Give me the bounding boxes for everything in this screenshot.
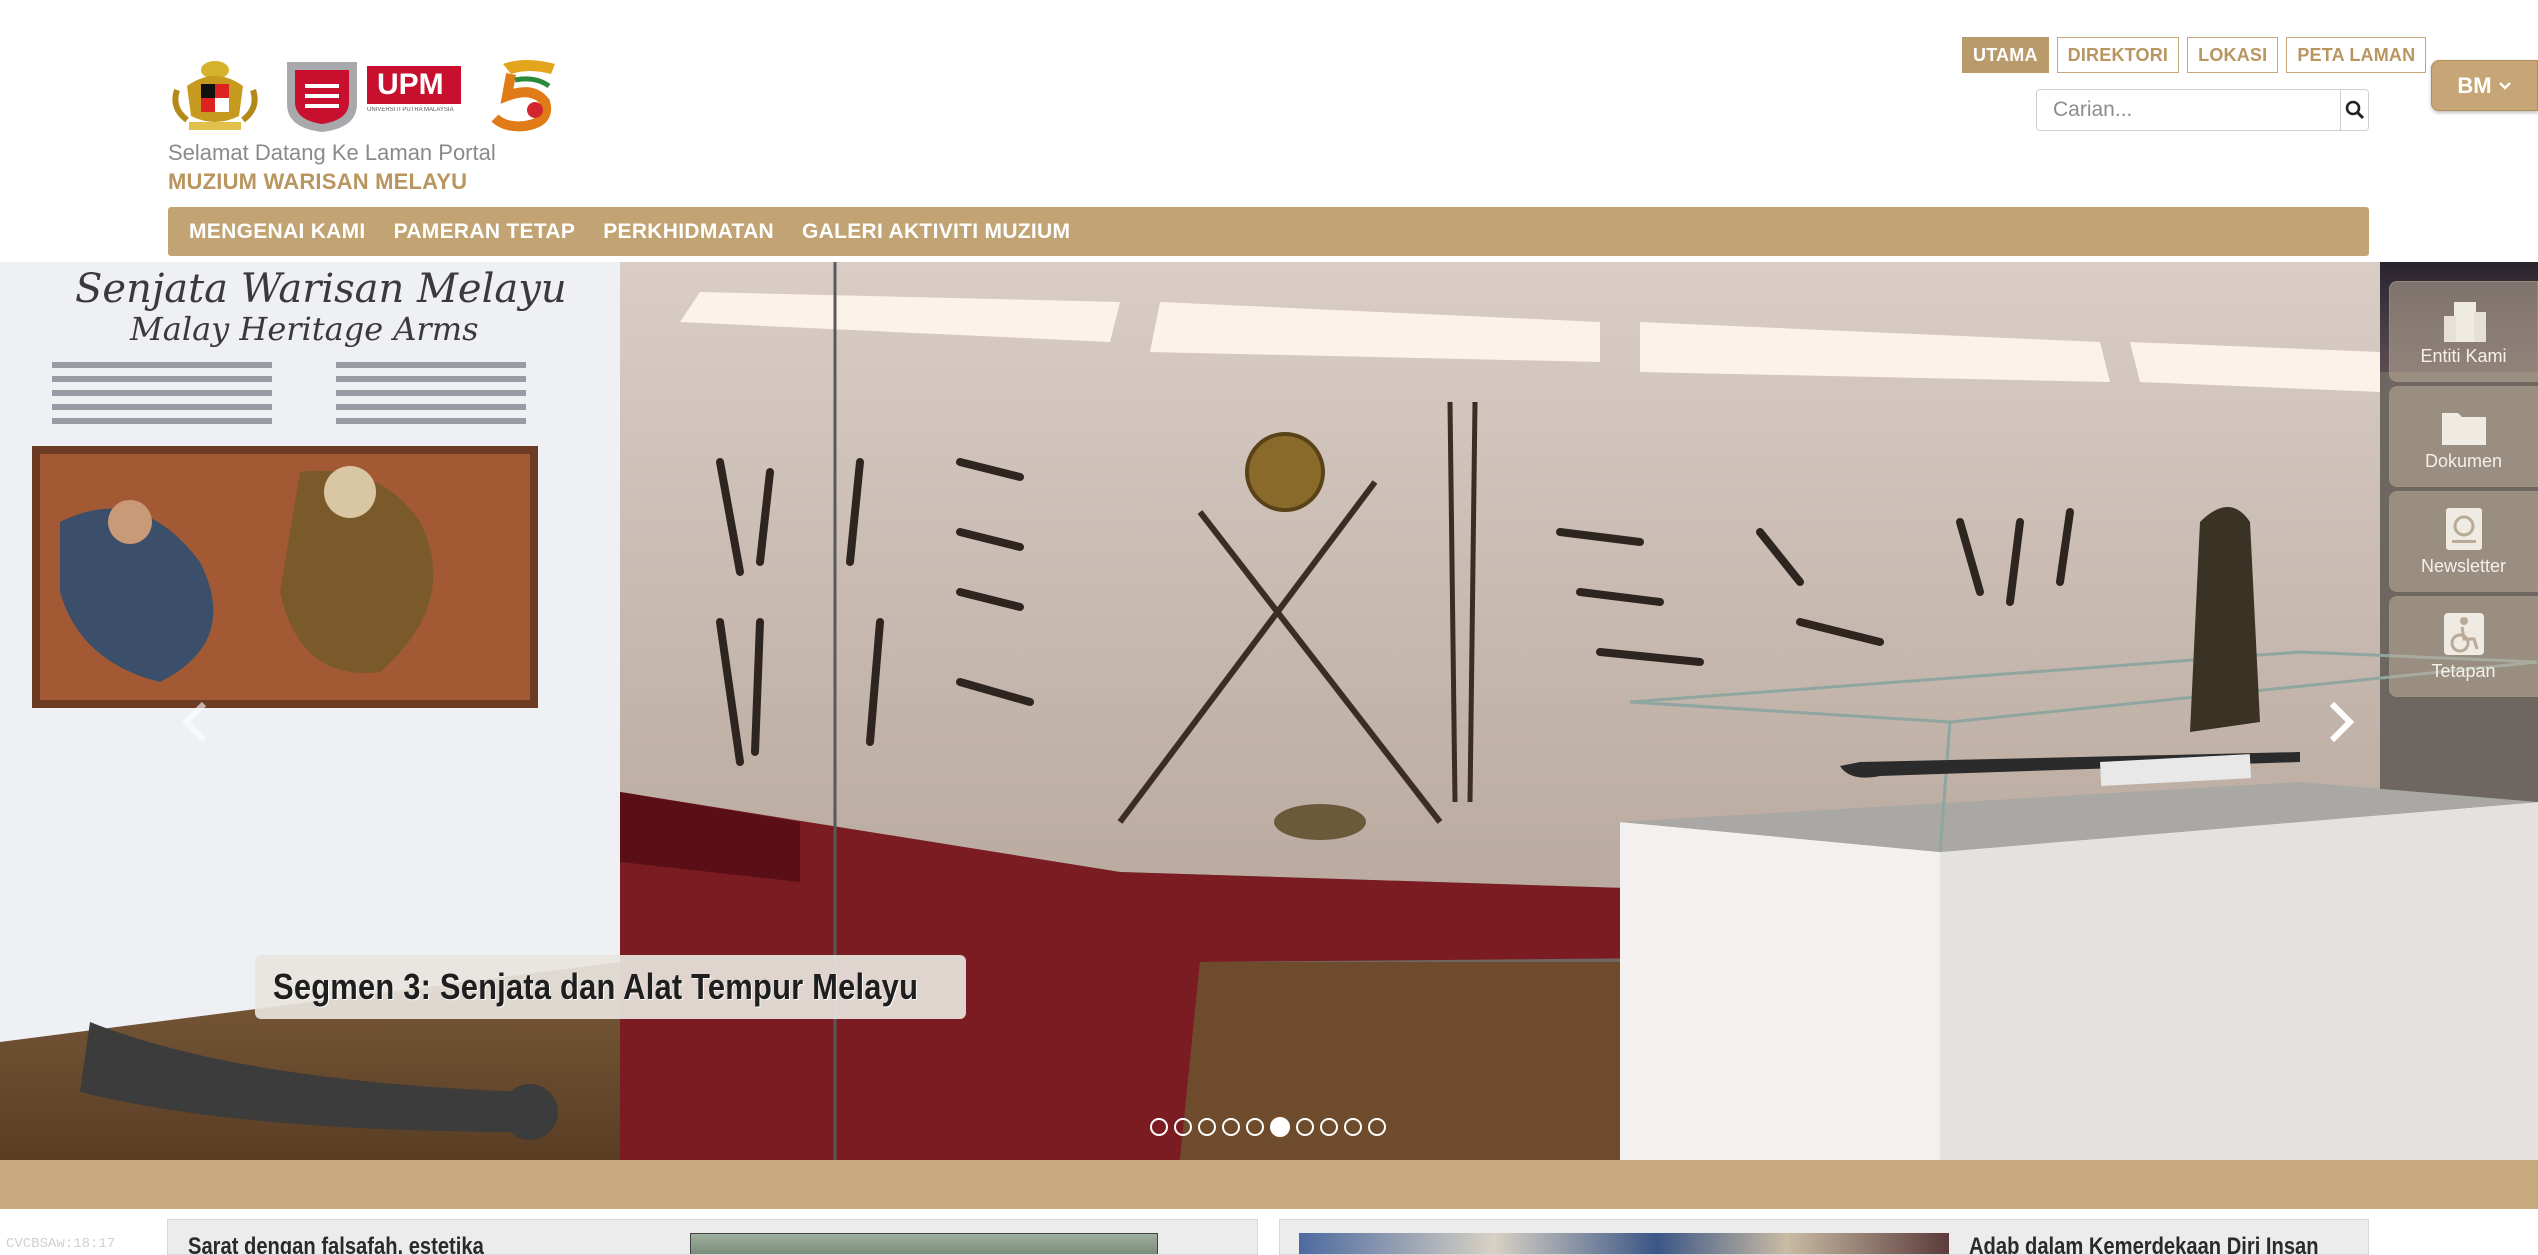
top-links: UTAMA DIREKTORI LOKASI PETA LAMAN [1962, 37, 2427, 73]
carousel-next-button[interactable] [2316, 692, 2366, 752]
folder-icon [2441, 413, 2486, 445]
site-header: UPM UNIVERSITI PUTRA MALAYSIA Selamat Da… [0, 0, 2538, 262]
poster-title: Senjata Warisan Melayu [75, 266, 567, 312]
welcome-text: Selamat Datang Ke Laman Portal [168, 140, 496, 165]
carousel-indicator[interactable] [1368, 1118, 1386, 1136]
upm-logo-subtext: UNIVERSITI PUTRA MALAYSIA [367, 107, 454, 113]
news-card[interactable]: Sarat dengan falsafah, estetika [167, 1219, 1258, 1255]
museum-name[interactable]: MUZIUM WARISAN MELAYU [168, 169, 467, 195]
toplink-peta-laman[interactable]: PETA LAMAN [2286, 37, 2427, 73]
carousel-indicator[interactable] [1150, 1118, 1168, 1136]
side-item-dokumen[interactable]: Dokumen [2389, 386, 2538, 487]
language-button[interactable]: BM [2431, 60, 2538, 111]
building-icon [2443, 302, 2486, 342]
language-label: BM [2457, 72, 2492, 98]
main-nav: MENGENAI KAMI PAMERAN TETAP PERKHIDMATAN… [168, 207, 2369, 256]
search-box [2036, 89, 2369, 131]
carousel-indicators [1150, 1117, 1386, 1137]
toplink-utama[interactable]: UTAMA [1962, 37, 2049, 73]
side-panel: Entiti Kami Dokumen Newsletter Tetapan [2389, 281, 2538, 701]
logo-group: UPM UNIVERSITI PUTRA MALAYSIA [167, 56, 567, 134]
side-item-entiti-kami[interactable]: Entiti Kami [2389, 281, 2538, 382]
carousel-prev-button[interactable] [170, 692, 220, 752]
watermark-text: CVCBSAw:18:17 [6, 1236, 116, 1252]
nav-pameran-tetap[interactable]: PAMERAN TETAP [394, 220, 576, 244]
side-item-label: Tetapan [2431, 661, 2496, 681]
carousel-indicator[interactable] [1222, 1118, 1240, 1136]
carousel-indicator[interactable] [1296, 1118, 1314, 1136]
carousel-indicator[interactable] [1198, 1118, 1216, 1136]
search-input[interactable] [2037, 90, 2340, 130]
side-item-label: Entiti Kami [2420, 346, 2507, 366]
upm-logo[interactable]: UPM UNIVERSITI PUTRA MALAYSIA [283, 56, 465, 134]
carousel-indicator[interactable] [1246, 1118, 1264, 1136]
upm-logo-text: UPM [377, 68, 444, 101]
nav-mengenai-kami[interactable]: MENGENAI KAMI [189, 220, 366, 244]
side-item-newsletter[interactable]: Newsletter [2389, 491, 2538, 592]
section-band [0, 1160, 2538, 1209]
newsletter-icon [2445, 508, 2482, 550]
nav-galeri-aktiviti[interactable]: GALERI AKTIVITI MUZIUM [802, 220, 1070, 244]
carousel-indicator[interactable] [1344, 1118, 1362, 1136]
news-card[interactable]: Adab dalam Kemerdekaan Diri Insan [1279, 1219, 2369, 1255]
side-item-tetapan[interactable]: Tetapan [2389, 596, 2538, 697]
accessibility-icon [2443, 613, 2484, 655]
chevron-down-icon [2498, 81, 2511, 90]
side-item-label: Newsletter [2420, 556, 2507, 576]
search-icon [2345, 100, 2364, 120]
carousel-indicator-active[interactable] [1270, 1117, 1290, 1137]
coat-of-arms-logo[interactable] [167, 56, 263, 134]
anniversary-logo[interactable] [485, 56, 567, 134]
nav-perkhidmatan[interactable]: PERKHIDMATAN [603, 220, 774, 244]
toplink-direktori[interactable]: DIREKTORI [2056, 37, 2180, 73]
news-card-title[interactable]: Sarat dengan falsafah, estetika [188, 1233, 484, 1254]
slide-caption: Segmen 3: Senjata dan Alat Tempur Melayu [255, 955, 966, 1019]
chevron-right-icon [2329, 701, 2355, 743]
news-card-image [1299, 1233, 1949, 1254]
hero-carousel[interactable]: Senjata Warisan Melayu Malay Heritage Ar… [0, 262, 2538, 1160]
side-item-label: Dokumen [2424, 451, 2503, 471]
chevron-left-icon [181, 701, 207, 743]
carousel-indicator[interactable] [1174, 1118, 1192, 1136]
news-card-image [690, 1233, 1158, 1254]
poster-subtitle: Malay Heritage Arms [129, 310, 478, 348]
toplink-lokasi[interactable]: LOKASI [2187, 37, 2279, 73]
news-card-title[interactable]: Adab dalam Kemerdekaan Diri Insan [1969, 1233, 2319, 1254]
slide-image: Senjata Warisan Melayu Malay Heritage Ar… [0, 262, 2538, 1160]
carousel-indicator[interactable] [1320, 1118, 1338, 1136]
slide-caption-text: Segmen 3: Senjata dan Alat Tempur Melayu [273, 966, 919, 1007]
search-button[interactable] [2340, 90, 2368, 130]
